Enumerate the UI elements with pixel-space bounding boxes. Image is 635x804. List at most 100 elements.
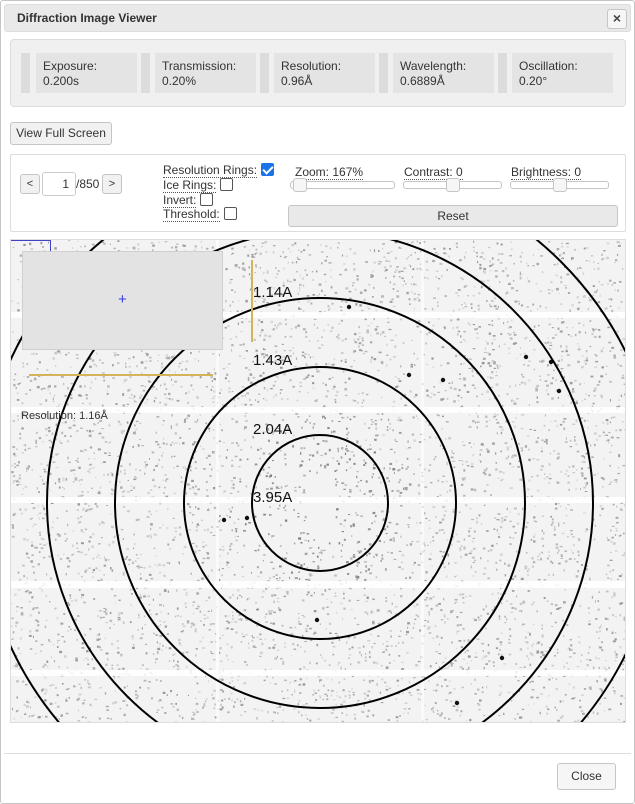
noise-pixel <box>332 457 334 459</box>
noise-pixel <box>582 460 586 464</box>
noise-pixel <box>341 482 345 484</box>
noise-pixel <box>122 495 125 498</box>
noise-pixel <box>276 327 278 329</box>
noise-pixel <box>298 578 301 580</box>
noise-pixel <box>67 458 69 460</box>
noise-pixel <box>71 600 73 602</box>
noise-pixel <box>283 373 286 376</box>
noise-pixel <box>511 287 514 290</box>
noise-pixel <box>408 483 412 486</box>
noise-pixel <box>471 306 473 309</box>
noise-pixel <box>225 268 228 271</box>
contrast-slider[interactable] <box>403 178 502 192</box>
reset-button[interactable]: Reset <box>288 205 618 227</box>
noise-pixel <box>68 594 72 596</box>
zoom-slider[interactable] <box>290 178 395 192</box>
noise-pixel <box>205 599 208 602</box>
noise-pixel <box>133 543 136 545</box>
noise-pixel <box>337 242 340 244</box>
next-frame-button[interactable]: > <box>102 174 122 194</box>
noise-pixel <box>400 270 404 272</box>
noise-pixel <box>210 531 212 534</box>
noise-pixel <box>201 561 205 564</box>
info-separator <box>260 53 269 93</box>
noise-pixel <box>568 488 570 491</box>
brightness-slider[interactable] <box>510 178 609 192</box>
noise-pixel <box>45 688 48 690</box>
brightness-slider-handle[interactable] <box>553 178 567 192</box>
noise-pixel <box>165 397 168 399</box>
noise-pixel <box>479 699 482 702</box>
noise-pixel <box>324 589 327 592</box>
noise-pixel <box>135 428 138 430</box>
noise-pixel <box>452 537 454 541</box>
noise-pixel <box>431 637 435 639</box>
noise-pixel <box>481 691 484 693</box>
noise-pixel <box>283 267 286 270</box>
noise-pixel <box>353 713 357 716</box>
noise-pixel <box>408 708 411 710</box>
frame-number-input[interactable]: 1 <box>42 172 76 196</box>
previous-frame-button[interactable]: < <box>20 174 40 194</box>
noise-pixel <box>32 507 36 510</box>
zoom-slider-handle[interactable] <box>293 178 307 192</box>
close-icon[interactable]: × <box>607 9 627 29</box>
noise-pixel <box>310 547 313 549</box>
noise-pixel <box>301 714 303 717</box>
noise-pixel <box>273 594 277 597</box>
view-full-screen-button[interactable]: View Full Screen <box>10 122 112 145</box>
noise-pixel <box>370 565 373 567</box>
noise-pixel <box>149 356 152 359</box>
noise-pixel <box>348 458 351 461</box>
noise-pixel <box>574 379 577 382</box>
noise-pixel <box>297 258 301 260</box>
noise-pixel <box>443 717 446 719</box>
noise-pixel <box>518 303 520 305</box>
resolution-rings-checkbox[interactable] <box>261 163 275 177</box>
noise-pixel <box>336 390 339 394</box>
noise-pixel <box>487 559 489 563</box>
noise-pixel <box>263 513 266 516</box>
noise-pixel <box>219 518 221 521</box>
noise-pixel <box>239 478 242 481</box>
dialog-titlebar[interactable]: Diffraction Image Viewer × <box>4 4 631 32</box>
noise-pixel <box>128 371 132 374</box>
contrast-slider-handle[interactable] <box>446 178 460 192</box>
noise-pixel <box>608 483 611 485</box>
noise-pixel <box>202 706 204 709</box>
noise-pixel <box>464 285 468 287</box>
noise-pixel <box>358 336 361 338</box>
noise-pixel <box>225 489 227 492</box>
noise-pixel <box>371 522 373 525</box>
noise-pixel <box>263 679 266 682</box>
noise-pixel <box>598 435 601 437</box>
noise-pixel <box>91 533 95 536</box>
noise-pixel <box>468 442 471 444</box>
noise-pixel <box>85 394 88 396</box>
noise-pixel <box>389 538 393 541</box>
noise-pixel <box>483 351 487 353</box>
noise-pixel <box>468 594 472 597</box>
noise-pixel <box>247 647 250 649</box>
noise-pixel <box>617 472 620 475</box>
noise-pixel <box>601 366 604 369</box>
noise-pixel <box>317 689 320 692</box>
noise-pixel <box>321 656 323 659</box>
noise-pixel <box>12 475 16 477</box>
noise-pixel <box>165 388 168 390</box>
noise-pixel <box>583 512 586 514</box>
noise-pixel <box>570 401 572 404</box>
noise-pixel <box>85 657 88 659</box>
noise-pixel <box>84 634 87 636</box>
ice-rings-checkbox[interactable] <box>220 178 234 192</box>
noise-pixel <box>69 435 72 437</box>
noise-pixel <box>255 645 257 648</box>
invert-checkbox[interactable] <box>200 193 214 207</box>
noise-pixel <box>561 242 563 245</box>
diffraction-image-canvas[interactable]: + Resolution: 1.16Å 1.14A 1.43A 2.04A 3.… <box>10 239 626 723</box>
noise-pixel <box>372 270 374 273</box>
noise-pixel <box>136 565 139 567</box>
noise-pixel <box>529 681 531 684</box>
threshold-checkbox[interactable] <box>223 207 237 221</box>
noise-pixel <box>24 485 28 488</box>
